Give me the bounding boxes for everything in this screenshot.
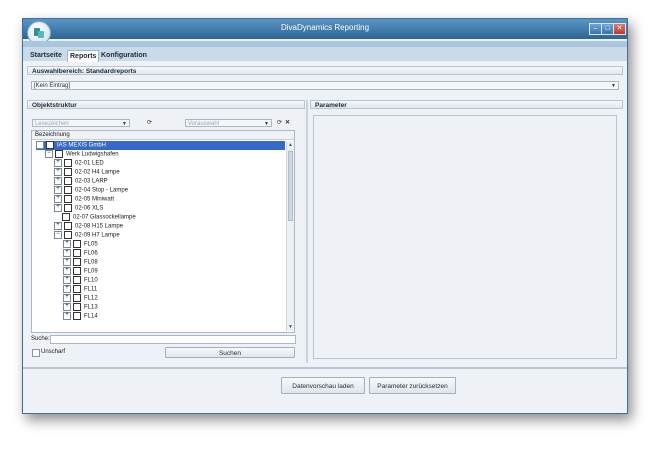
- node-checkbox[interactable]: [73, 249, 81, 257]
- scroll-down-icon[interactable]: ▼: [287, 323, 294, 331]
- expand-icon[interactable]: +: [63, 258, 71, 266]
- title-bar: DivaDynamics Reporting – □ ✕: [23, 19, 627, 39]
- chevron-down-icon[interactable]: ▼: [263, 121, 270, 127]
- report-select-value: [Kein Eintrag]: [34, 83, 71, 89]
- expand-icon[interactable]: +: [63, 249, 71, 257]
- collapse-icon[interactable]: −: [36, 141, 44, 149]
- node-checkbox[interactable]: [73, 294, 81, 302]
- node-checkbox[interactable]: [46, 141, 54, 149]
- node-checkbox[interactable]: [73, 258, 81, 266]
- tree-node[interactable]: + FL06: [63, 249, 98, 258]
- expand-icon[interactable]: +: [63, 294, 71, 302]
- search-button[interactable]: Suchen: [165, 347, 295, 358]
- expand-icon[interactable]: +: [63, 240, 71, 248]
- preview-button[interactable]: Datenvorschau laden: [281, 377, 365, 394]
- node-checkbox[interactable]: [73, 312, 81, 320]
- expand-icon[interactable]: +: [54, 222, 62, 230]
- expand-icon[interactable]: +: [54, 168, 62, 176]
- tab-strip: Startseite Reports Konfiguration: [23, 41, 627, 62]
- preselect-placeholder: Vorauswahl: [188, 121, 220, 127]
- parameters-panel: [313, 115, 617, 359]
- expand-icon[interactable]: +: [63, 276, 71, 284]
- expand-icon[interactable]: +: [63, 267, 71, 275]
- expand-icon[interactable]: +: [54, 186, 62, 194]
- fuzzy-checkbox[interactable]: [32, 349, 40, 357]
- search-label: Suche:: [31, 336, 50, 342]
- chevron-down-icon[interactable]: ▼: [610, 83, 617, 89]
- collapse-icon[interactable]: −: [45, 150, 53, 158]
- node-checkbox[interactable]: [64, 195, 72, 203]
- tree-node[interactable]: +02-02 H4 Lampe: [54, 168, 120, 177]
- node-checkbox[interactable]: [55, 150, 63, 158]
- tab-startseite[interactable]: Startseite: [28, 50, 64, 61]
- tree-node[interactable]: +02-05 Miniwatt: [54, 195, 114, 204]
- footer-divider: [23, 367, 627, 369]
- tree-node[interactable]: +02-08 H15 Lampe: [54, 222, 123, 231]
- object-tree: Bezeichnung − IAS MEXIS GmbH − Werk Ludwig…: [31, 130, 295, 333]
- collapse-icon[interactable]: −: [54, 231, 62, 239]
- tab-konfiguration[interactable]: Konfiguration: [99, 50, 149, 61]
- tree-node[interactable]: + FL13: [63, 303, 98, 312]
- tree-node[interactable]: − Werk Ludwigshafen: [45, 150, 119, 159]
- scroll-up-icon[interactable]: ▲: [287, 141, 294, 149]
- tree-node[interactable]: 02-07 Glassockellampe: [62, 213, 136, 222]
- search-input[interactable]: [50, 335, 296, 344]
- node-checkbox[interactable]: [73, 276, 81, 284]
- node-checkbox[interactable]: [73, 303, 81, 311]
- bookmark-select[interactable]: Lesezeichen ▼: [32, 119, 130, 127]
- expand-icon[interactable]: +: [54, 204, 62, 212]
- expand-icon[interactable]: +: [63, 285, 71, 293]
- reset-parameters-button[interactable]: Parameter zurücksetzen: [369, 377, 456, 394]
- tree-scrollbar[interactable]: ▲ ▼: [286, 141, 294, 331]
- window-title: DivaDynamics Reporting: [280, 23, 370, 32]
- node-checkbox[interactable]: [64, 231, 72, 239]
- node-checkbox[interactable]: [73, 267, 81, 275]
- tree-node[interactable]: + FL05: [63, 240, 98, 249]
- tree-node[interactable]: +02-06 XLS: [54, 204, 103, 213]
- refresh-icon[interactable]: ⟳: [146, 120, 153, 127]
- refresh-icon[interactable]: ⟳: [276, 120, 283, 127]
- tree-node[interactable]: + FL11: [63, 285, 97, 294]
- tree-node[interactable]: +02-03 LARP: [54, 177, 108, 186]
- tab-reports[interactable]: Reports: [67, 50, 100, 62]
- expand-icon[interactable]: +: [54, 159, 62, 167]
- tree-node[interactable]: + FL12: [63, 294, 98, 303]
- node-checkbox[interactable]: [64, 204, 72, 212]
- splitter[interactable]: [306, 100, 308, 363]
- node-checkbox[interactable]: [73, 285, 81, 293]
- tree-node[interactable]: +02-01 LED: [54, 159, 104, 168]
- tree-node[interactable]: +02-04 Stop - Lampe: [54, 186, 128, 195]
- expand-icon[interactable]: +: [63, 303, 71, 311]
- node-checkbox[interactable]: [73, 240, 81, 248]
- node-checkbox[interactable]: [64, 222, 72, 230]
- tree-node[interactable]: + FL14: [63, 312, 98, 321]
- parameters-header: Parameter: [310, 100, 623, 109]
- node-checkbox[interactable]: [64, 168, 72, 176]
- report-select[interactable]: [Kein Eintrag] ▼: [31, 81, 619, 90]
- node-checkbox[interactable]: [64, 177, 72, 185]
- bookmark-placeholder: Lesezeichen: [35, 121, 69, 127]
- expand-icon[interactable]: +: [63, 312, 71, 320]
- tree-node[interactable]: + FL09: [63, 267, 98, 276]
- scroll-thumb[interactable]: [288, 151, 293, 221]
- object-structure-header: Objektstruktur: [27, 100, 305, 109]
- node-checkbox[interactable]: [64, 186, 72, 194]
- node-checkbox[interactable]: [62, 213, 70, 221]
- chevron-down-icon[interactable]: ▼: [121, 121, 128, 127]
- clear-icon[interactable]: ✕: [284, 120, 291, 127]
- selection-area-header: Auswahlbereich: Standardreports: [27, 66, 623, 75]
- close-icon[interactable]: ✕: [613, 23, 626, 35]
- node-checkbox[interactable]: [64, 159, 72, 167]
- tree-node[interactable]: + FL08: [63, 258, 98, 267]
- tree-node[interactable]: − IAS MEXIS GmbH: [36, 141, 285, 150]
- tree-node[interactable]: −02-09 H7 Lampe: [54, 231, 120, 240]
- tree-node[interactable]: + FL10: [63, 276, 98, 285]
- expand-icon[interactable]: +: [54, 177, 62, 185]
- fuzzy-label: Unscharf: [41, 349, 66, 355]
- expand-icon[interactable]: +: [54, 195, 62, 203]
- column-header-bezeichnung: Bezeichnung: [32, 131, 294, 140]
- preselect-select[interactable]: Vorauswahl ▼: [185, 119, 272, 127]
